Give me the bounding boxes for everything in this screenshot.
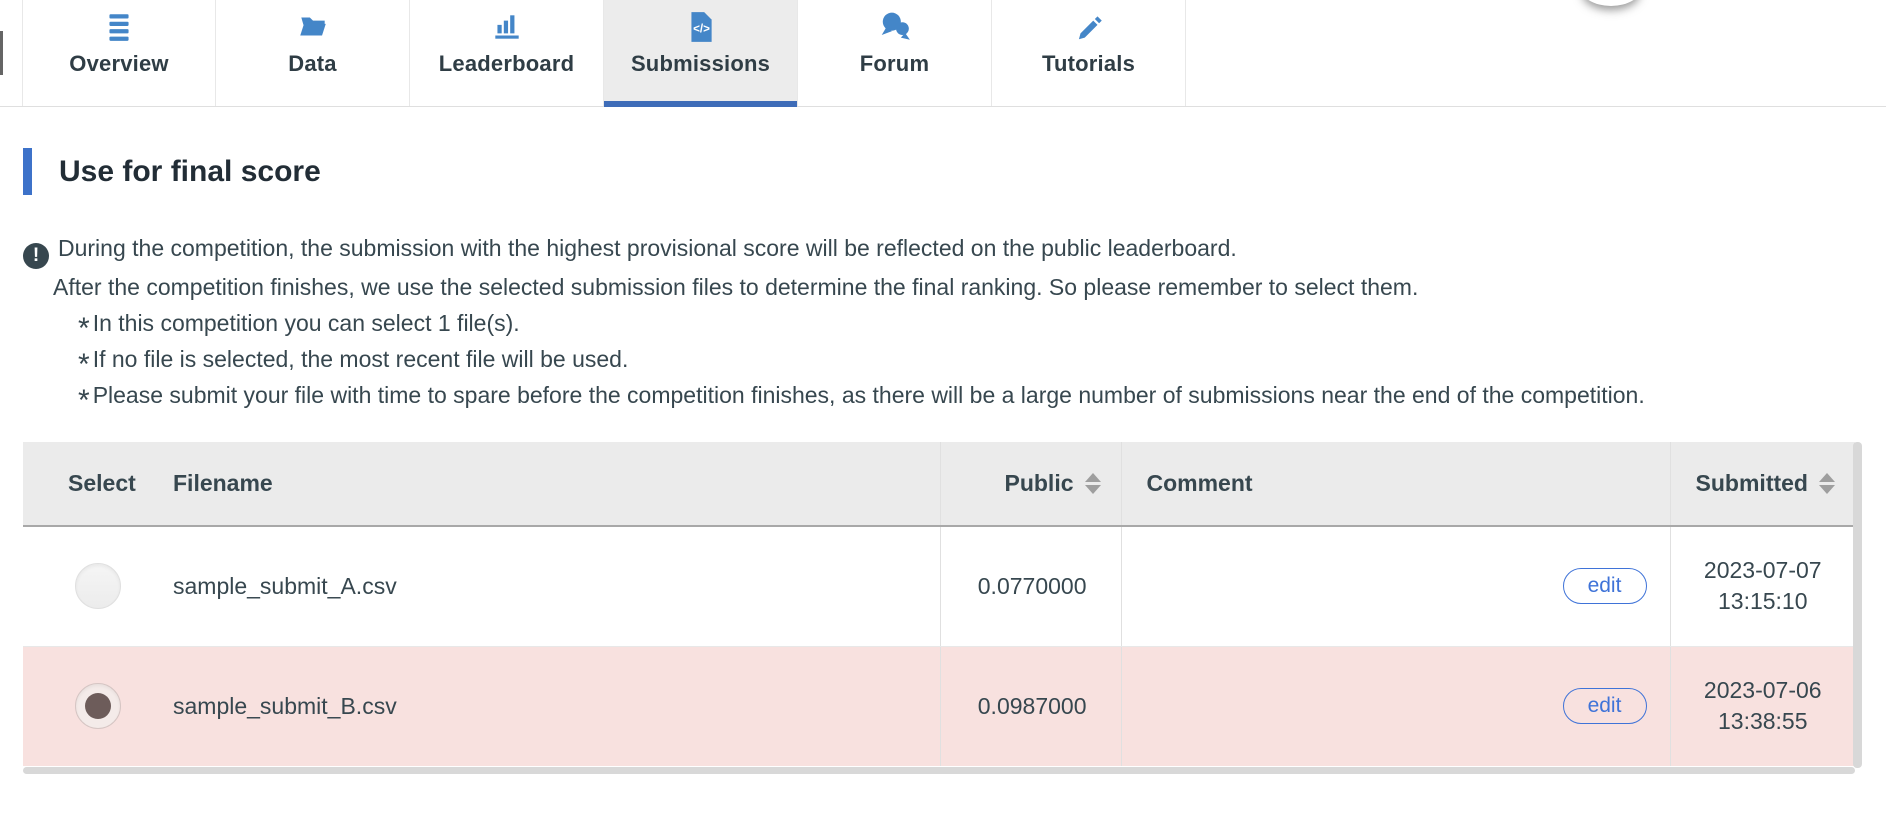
column-header-select: Select xyxy=(23,442,145,527)
bullet-text: If no file is selected, the most recent … xyxy=(92,346,629,372)
bullet-text: In this competition you can select 1 fil… xyxy=(92,310,520,336)
svg-text:</>: </> xyxy=(693,22,710,35)
folder-icon xyxy=(299,17,326,36)
select-cell xyxy=(23,646,145,766)
edit-comment-button[interactable]: edit xyxy=(1562,688,1647,725)
radio-select-row[interactable] xyxy=(75,563,121,610)
column-header-comment: Comment xyxy=(1121,442,1671,527)
tab-label: Data xyxy=(288,51,337,76)
tab-overview[interactable]: Overview xyxy=(22,0,216,106)
tab-data[interactable]: Data xyxy=(216,0,410,106)
notice-bullet: * In this competition you can select 1 fi… xyxy=(78,310,520,345)
comment-cell: edit xyxy=(1121,646,1671,766)
tab-label: Overview xyxy=(69,51,169,76)
notice-bullet: * If no file is selected, the most recent… xyxy=(78,346,629,381)
notice-text: During the competition, the submission w… xyxy=(58,235,1237,261)
notice-line-2: After the competition finishes, we use t… xyxy=(53,274,1419,300)
comment-cell: edit xyxy=(1121,526,1671,647)
pencil-icon xyxy=(1078,16,1102,40)
tab-bar: Overview Data Leaderboard </> Submission… xyxy=(0,0,1886,107)
column-header-submitted[interactable]: Submitted xyxy=(1670,442,1855,527)
bullet-text: Please submit your file with time to spa… xyxy=(92,382,1645,408)
clipped-edge-mark xyxy=(0,31,3,75)
edit-comment-button[interactable]: edit xyxy=(1562,568,1647,605)
chat-icon xyxy=(881,12,910,40)
select-cell xyxy=(23,526,145,647)
bar-chart-icon xyxy=(494,15,519,39)
submitted-date: 2023-07-07 xyxy=(1703,557,1822,584)
column-label: Submitted xyxy=(1695,470,1808,496)
section-title: Use for final score xyxy=(23,148,1886,195)
vertical-scrollbar[interactable] xyxy=(1853,442,1862,768)
notice-block: ! During the competition, the submission … xyxy=(23,230,1886,417)
sort-icon[interactable] xyxy=(1819,473,1835,494)
column-header-filename: Filename xyxy=(145,442,941,527)
submitted-time: 13:15:10 xyxy=(1717,588,1808,615)
tab-leaderboard[interactable]: Leaderboard xyxy=(410,0,604,106)
submitted-time: 13:38:55 xyxy=(1717,708,1808,735)
submitted-cell: 2023-07-06 13:38:55 xyxy=(1670,646,1855,766)
submitted-cell: 2023-07-07 13:15:10 xyxy=(1670,526,1855,647)
submissions-table: Select Filename Public Comment Submitted xyxy=(23,442,1855,766)
column-header-public[interactable]: Public xyxy=(940,442,1122,527)
tab-label: Submissions xyxy=(630,51,771,76)
table-header-row: Select Filename Public Comment Submitted xyxy=(23,442,1855,527)
list-icon xyxy=(109,14,129,41)
radio-select-row[interactable] xyxy=(75,683,121,730)
filename-cell: sample_submit_B.csv xyxy=(145,646,941,766)
tab-tutorials[interactable]: Tutorials xyxy=(992,0,1186,106)
notice-line-1: ! During the competition, the submission … xyxy=(23,230,1886,269)
tab-label: Leaderboard xyxy=(438,51,575,76)
notice-bullet: * Please submit your file with time to sp… xyxy=(78,382,1645,417)
title-accent-bar xyxy=(23,148,32,195)
column-label: Public xyxy=(1004,470,1074,496)
submissions-page: Overview Data Leaderboard </> Submission… xyxy=(0,0,1886,836)
page-title: Use for final score xyxy=(59,154,321,188)
horizontal-scrollbar[interactable] xyxy=(23,767,1855,774)
alert-icon: ! xyxy=(23,243,49,269)
tab-forum[interactable]: Forum xyxy=(798,0,992,106)
sort-icon[interactable] xyxy=(1084,473,1101,494)
tab-submissions[interactable]: </> Submissions xyxy=(604,0,798,107)
main-content: Use for final score ! During the competit… xyxy=(0,148,1886,774)
submitted-date: 2023-07-06 xyxy=(1703,677,1822,704)
filename-cell: sample_submit_A.csv xyxy=(145,526,941,647)
public-score-cell: 0.0987000 xyxy=(940,646,1122,766)
tab-label: Tutorials xyxy=(1041,51,1136,76)
code-file-icon: </> xyxy=(690,12,712,42)
tab-label: Forum xyxy=(859,51,930,76)
submissions-table-wrap: Select Filename Public Comment Submitted xyxy=(23,442,1862,774)
table-row: sample_submit_A.csv 0.0770000 edit 2023-… xyxy=(23,526,1855,647)
table-row: sample_submit_B.csv 0.0987000 edit 2023-… xyxy=(23,646,1855,766)
public-score-cell: 0.0770000 xyxy=(940,526,1122,647)
